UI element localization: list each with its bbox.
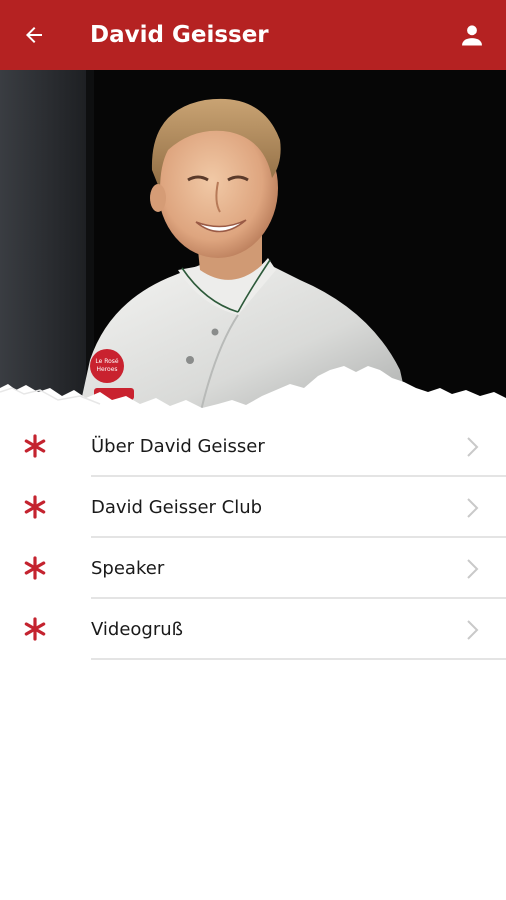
menu-item-club[interactable]: David Geisser Club xyxy=(0,477,506,538)
chevron-right-icon xyxy=(467,498,479,518)
patch-text: Le Rosé xyxy=(95,358,119,365)
svg-text:Heroes: Heroes xyxy=(96,366,117,373)
asterisk-icon xyxy=(24,617,46,641)
chef-portrait: Le Rosé Heroes xyxy=(0,70,506,415)
menu-list: Über David Geisser David Geisser Club Sp… xyxy=(0,416,506,660)
menu-item-label: Über David Geisser xyxy=(91,436,265,457)
menu-item-about[interactable]: Über David Geisser xyxy=(0,416,506,477)
back-button[interactable] xyxy=(18,19,50,51)
menu-item-label: Videogruß xyxy=(91,619,184,640)
chevron-right-icon xyxy=(467,559,479,579)
menu-item-videogruss[interactable]: Videogruß xyxy=(0,599,506,660)
chevron-right-icon xyxy=(467,437,479,457)
person-icon xyxy=(462,25,482,46)
asterisk-icon xyxy=(24,495,46,519)
menu-item-label: Speaker xyxy=(91,558,165,579)
menu-item-speaker[interactable]: Speaker xyxy=(0,538,506,599)
page-title: David Geisser xyxy=(90,22,269,48)
hero-image: Le Rosé Heroes xyxy=(0,70,506,415)
chevron-right-icon xyxy=(467,620,479,640)
divider xyxy=(91,658,506,660)
profile-button[interactable] xyxy=(456,19,488,51)
menu-item-label: David Geisser Club xyxy=(91,497,263,518)
arrow-left-icon xyxy=(26,27,42,43)
app-bar: David Geisser xyxy=(0,0,506,70)
asterisk-icon xyxy=(24,434,46,458)
asterisk-icon xyxy=(24,556,46,580)
